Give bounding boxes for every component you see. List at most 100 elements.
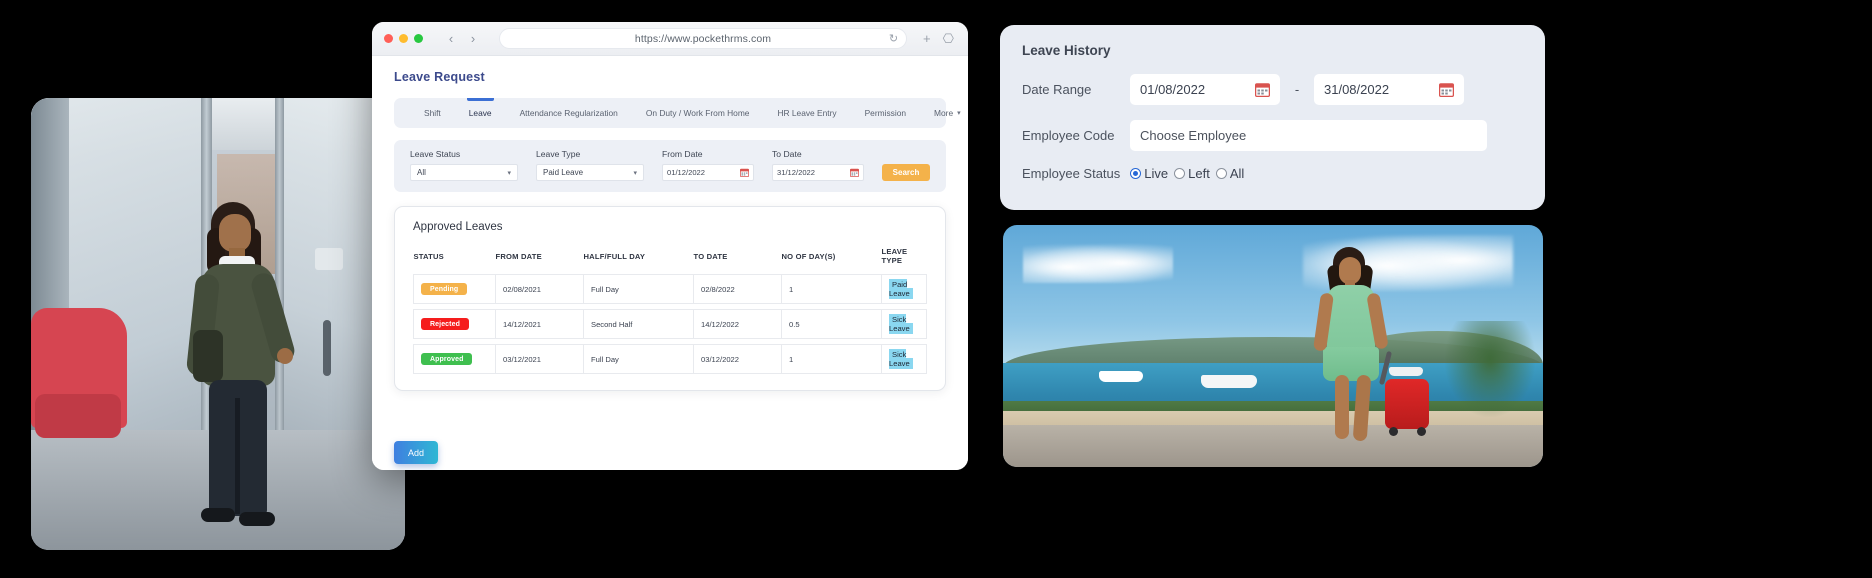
filter-bar: Leave Status All ▾ Leave Type Paid Leave… <box>394 140 946 192</box>
cell-to-date: 02/8/2022 <box>693 274 782 304</box>
radio-dot[interactable] <box>1215 168 1227 179</box>
tab-label: HR Leave Entry <box>777 108 837 118</box>
to-date-input[interactable]: 31/12/2022 <box>772 164 864 181</box>
to-date-label: To Date <box>772 149 802 159</box>
leave-status-value: All <box>417 168 426 177</box>
search-button[interactable]: Search <box>882 164 930 181</box>
to-date-filter: To Date 31/12/2022 <box>772 149 864 181</box>
chevron-right-icon[interactable]: › <box>463 29 483 49</box>
browser-chrome: ‹ › https://www.pockethrms.com ↻ + ⎔ <box>372 22 968 56</box>
chevron-down-icon: ▾ <box>507 169 511 177</box>
from-date-input[interactable]: 01/12/2022 <box>662 164 754 181</box>
employee-code-value: Choose Employee <box>1140 128 1247 143</box>
col-leave-type: LEAVE TYPE <box>881 247 908 265</box>
cell-to-date: 03/12/2022 <box>693 344 782 374</box>
date-range-to-input[interactable]: 31/08/2022 <box>1314 74 1464 105</box>
window-controls[interactable] <box>384 34 423 43</box>
table-row[interactable]: Approved 03/12/2021 Full Day 03/12/2022 … <box>413 344 927 374</box>
plus-icon[interactable]: + <box>923 31 931 47</box>
cell-from-date: 02/08/2021 <box>495 274 584 304</box>
add-button[interactable]: Add <box>394 441 438 464</box>
radio-live[interactable]: Live <box>1130 166 1168 181</box>
leave-type-select[interactable]: Paid Leave ▾ <box>536 164 644 181</box>
cell-from-date: 03/12/2021 <box>495 344 584 374</box>
table-row[interactable]: Pending 02/08/2021 Full Day 02/8/2022 1 … <box>413 274 927 304</box>
maximize-window-dot[interactable] <box>414 34 423 43</box>
radio-dot-selected[interactable] <box>1130 168 1142 179</box>
table-row[interactable]: Rejected 14/12/2021 Second Half 14/12/20… <box>413 309 927 339</box>
red-suitcase <box>1385 379 1429 429</box>
col-no-of-days: NO OF DAY(S) <box>781 251 836 261</box>
cell-status: Pending <box>413 274 496 304</box>
leave-history-card: Leave History Date Range 01/08/2022 - 31… <box>1000 25 1545 210</box>
tab-shift[interactable]: Shift <box>410 98 455 128</box>
leave-type-value: Paid Leave <box>889 279 913 299</box>
col-to-date: TO DATE <box>693 251 728 261</box>
radio-left[interactable]: Left <box>1174 166 1210 181</box>
status-badge: Rejected <box>421 318 469 330</box>
radio-label: Live <box>1144 166 1169 181</box>
screenshot-root: ‹ › https://www.pockethrms.com ↻ + ⎔ Lea… <box>0 0 1872 578</box>
calendar-icon[interactable] <box>850 168 859 177</box>
status-badge: Approved <box>421 353 473 365</box>
leave-status-filter: Leave Status All ▾ <box>410 149 518 181</box>
date-range-separator: - <box>1294 82 1300 97</box>
tab-more[interactable]: More ▾ <box>920 98 968 128</box>
woman-entering-office <box>177 202 298 532</box>
cell-no-of-days: 1 <box>781 274 882 304</box>
to-date-value: 31/12/2022 <box>777 168 816 177</box>
leave-type-value: Paid Leave <box>543 168 584 177</box>
cell-half-full-day: Second Half <box>583 309 694 339</box>
from-date-value: 01/12/2022 <box>667 168 706 177</box>
url-text: https://www.pockethrms.com <box>634 32 772 45</box>
from-date-label: From Date <box>662 149 703 159</box>
chevron-down-icon: ▾ <box>957 110 961 117</box>
approved-leaves-panel: Approved Leaves STATUS FROM DATE HALF/FU… <box>394 206 946 391</box>
cell-no-of-days: 0.5 <box>781 309 882 339</box>
leaves-table: STATUS FROM DATE HALF/FULL DAY TO DATE N… <box>413 247 927 374</box>
employee-code-input[interactable]: Choose Employee <box>1130 120 1487 151</box>
close-window-dot[interactable] <box>384 34 393 43</box>
tab-label: Shift <box>424 108 441 118</box>
reload-icon[interactable]: ↻ <box>889 32 898 45</box>
nav-tabs: Shift Leave Attendance Regularization On… <box>394 98 961 128</box>
page-title: Leave Request <box>394 70 485 84</box>
panel-title: Approved Leaves <box>413 221 503 233</box>
leave-history-title: Leave History <box>1022 43 1111 58</box>
date-range-from-value: 01/08/2022 <box>1140 82 1206 97</box>
tab-permission[interactable]: Permission <box>851 98 920 128</box>
radio-all[interactable]: All <box>1215 166 1245 181</box>
status-badge: Pending <box>421 283 468 295</box>
leave-type-value: Sick Leave <box>889 314 913 334</box>
col-half-full-day: HALF/FULL DAY <box>583 251 646 261</box>
radio-dot[interactable] <box>1174 168 1186 179</box>
page-body: Leave Request Shift Leave Attendance Reg… <box>372 56 968 470</box>
cell-status: Approved <box>413 344 496 374</box>
cell-from-date: 14/12/2021 <box>495 309 584 339</box>
date-range-to-value: 31/08/2022 <box>1324 82 1390 97</box>
tab-label: Leave <box>468 108 492 118</box>
calendar-icon[interactable] <box>740 168 749 177</box>
tab-label: On Duty / Work From Home <box>645 108 750 118</box>
woman-with-suitcase <box>1303 247 1429 447</box>
tab-attendance-regularization[interactable]: Attendance Regularization <box>506 98 632 128</box>
leave-status-select[interactable]: All ▾ <box>410 164 518 181</box>
date-range-label: Date Range <box>1022 82 1092 97</box>
leave-type-label: Leave Type <box>536 149 581 159</box>
leave-status-label: Leave Status <box>410 149 461 159</box>
minimize-window-dot[interactable] <box>399 34 408 43</box>
date-range-from-input[interactable]: 01/08/2022 <box>1130 74 1280 105</box>
chevron-left-icon[interactable]: ‹ <box>441 29 461 49</box>
tab-leave[interactable]: Leave <box>455 98 506 128</box>
chevron-down-icon: ▾ <box>633 169 637 177</box>
cell-to-date: 14/12/2022 <box>693 309 782 339</box>
calendar-icon[interactable] <box>1439 82 1454 97</box>
tab-on-duty-work-from-home[interactable]: On Duty / Work From Home <box>632 98 764 128</box>
address-bar[interactable]: https://www.pockethrms.com ↻ <box>499 28 908 49</box>
tab-hr-leave-entry[interactable]: HR Leave Entry <box>763 98 850 128</box>
radio-label: All <box>1229 166 1245 181</box>
copy-icon[interactable]: ⎔ <box>943 31 954 47</box>
employee-code-row: Employee Code Choose Employee <box>1022 120 1523 151</box>
calendar-icon[interactable] <box>1255 82 1270 97</box>
cell-half-full-day: Full Day <box>583 274 694 304</box>
